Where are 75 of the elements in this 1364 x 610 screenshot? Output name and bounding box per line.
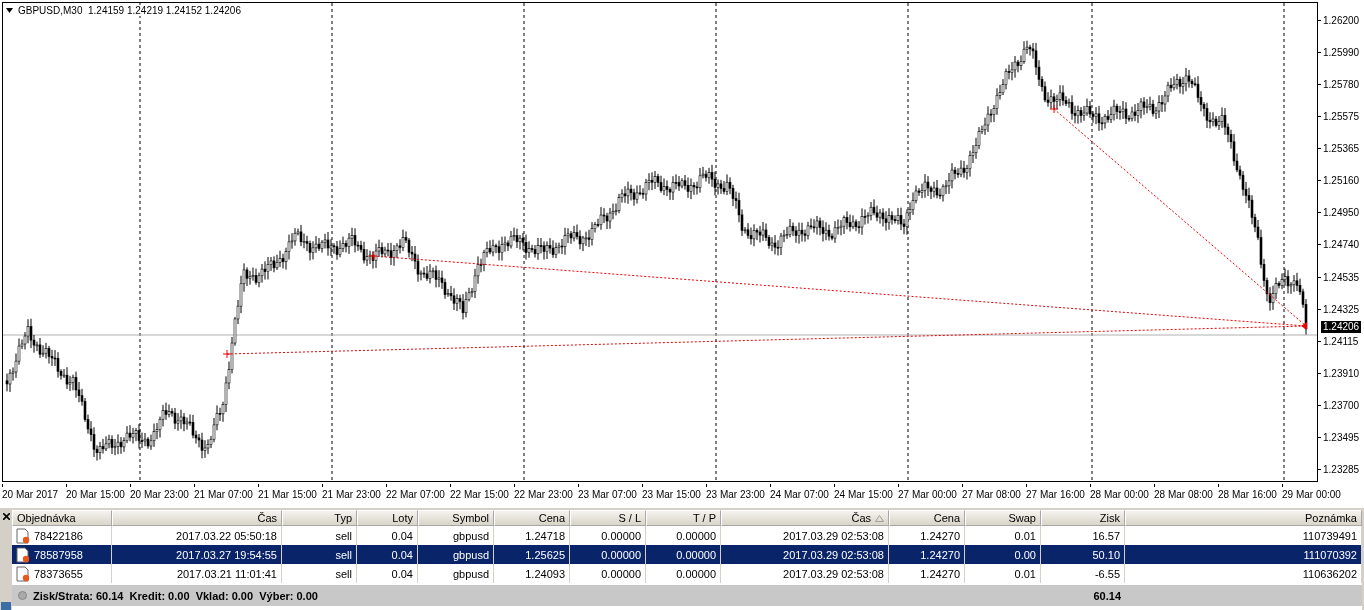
column-header[interactable]: Poznámka [1125, 510, 1362, 526]
column-header[interactable]: Čas [721, 510, 889, 526]
time-label: 24 Mar 15:00 [834, 489, 893, 500]
column-header[interactable]: S / L [570, 510, 646, 526]
time-label: 22 Mar 07:00 [386, 489, 445, 500]
price-label: 1.25780 [1323, 78, 1360, 90]
column-header[interactable]: Čas [112, 510, 282, 526]
time-label: 28 Mar 08:00 [1154, 489, 1213, 500]
table-cell: 78373655 [12, 564, 112, 583]
time-label: 29 Mar 00:00 [1282, 489, 1341, 500]
close-marker-icon [1301, 322, 1307, 330]
current-price-label: 1.24206 [1321, 321, 1362, 333]
price-label: 1.24115 [1323, 335, 1359, 347]
price-label: 1.24740 [1323, 239, 1360, 251]
time-label: 28 Mar 16:00 [1218, 489, 1277, 500]
table-cell: 2017.03.21 11:01:41 [112, 564, 282, 583]
column-header[interactable]: Cena [889, 510, 965, 526]
price-label: 1.24535 [1323, 271, 1360, 283]
price-label: 1.25160 [1323, 175, 1360, 187]
time-label: 27 Mar 08:00 [962, 489, 1021, 500]
dropdown-caret-icon[interactable] [6, 8, 13, 13]
price-label: 1.25365 [1323, 143, 1360, 155]
order-document-icon [16, 527, 30, 544]
time-label: 22 Mar 15:00 [450, 489, 509, 500]
table-cell: 0.04 [357, 564, 418, 583]
column-header[interactable]: Loty [357, 510, 418, 526]
order-row[interactable]: 78587958 2017.03.27 19:54:55 sell 0.04 gbpusd 1.25625 0.00000 0.00000 2017.03.29 02:53:08 1.24270 0.00 50.10 111070392 [12, 545, 1362, 564]
time-label: 27 Mar 16:00 [1026, 489, 1085, 500]
table-cell: 0.00000 [570, 564, 646, 583]
time-label: 21 Mar 23:00 [322, 489, 381, 500]
price-label: 1.23700 [1323, 400, 1360, 412]
table-cell: gbpusd [418, 564, 494, 583]
time-label: 21 Mar 15:00 [258, 489, 317, 500]
time-label: 23 Mar 07:00 [578, 489, 637, 500]
table-cell: 1.24093 [494, 564, 570, 583]
price-label: 1.23495 [1323, 432, 1360, 444]
close-icon[interactable] [2, 513, 10, 520]
column-header[interactable]: T / P [646, 510, 721, 526]
price-label: 1.24950 [1323, 207, 1360, 219]
account-summary: Zisk/Strata: 60.14 Kredit: 0.00 Vklad: 0.00 Výber: 0.00 [33, 589, 318, 602]
price-label: 1.23910 [1323, 368, 1360, 380]
price-label: 1.25575 [1323, 110, 1360, 122]
column-header[interactable]: Cena [494, 510, 570, 526]
time-label: 22 Mar 23:00 [514, 489, 573, 500]
order-document-icon [16, 546, 30, 563]
sort-arrow-icon [875, 514, 884, 522]
time-label: 24 Mar 07:00 [770, 489, 829, 500]
price-label: 1.26200 [1323, 14, 1360, 26]
table-cell: -6.55 [1041, 564, 1125, 583]
order-document-icon [16, 565, 30, 582]
table-cell: 2017.03.29 02:53:08 [721, 564, 889, 583]
time-label: 23 Mar 15:00 [642, 489, 701, 500]
table-cell: 1.24270 [889, 564, 965, 583]
table-cell: 0.01 [965, 564, 1041, 583]
column-header[interactable]: Symbol [418, 510, 494, 526]
price-label: 1.23285 [1323, 464, 1360, 476]
profit-total: 60.14 [1093, 589, 1122, 602]
symbol-quote: GBPUSD,M30 1.24159 1.24219 1.24152 1.24206 [18, 5, 241, 16]
time-label: 20 Mar 23:00 [130, 489, 189, 500]
time-label: 20 Mar 15:00 [66, 489, 125, 500]
column-header[interactable]: Typ [282, 510, 357, 526]
price-label: 1.25990 [1323, 46, 1360, 58]
price-label: 1.24325 [1323, 303, 1360, 315]
circle-icon [18, 591, 27, 600]
column-header[interactable]: Objednávka [12, 510, 112, 526]
table-cell: 110636202 [1125, 564, 1362, 583]
time-label: 27 Mar 00:00 [898, 489, 957, 500]
time-label: 21 Mar 07:00 [194, 489, 253, 500]
column-header[interactable]: Swap [965, 510, 1041, 526]
column-header[interactable]: Zisk [1041, 510, 1125, 526]
table-cell: sell [282, 564, 357, 583]
table-cell: 0.00000 [646, 564, 721, 583]
time-label: 20 Mar 2017 [2, 489, 59, 500]
time-label: 28 Mar 00:00 [1090, 489, 1149, 500]
time-label: 23 Mar 23:00 [706, 489, 765, 500]
